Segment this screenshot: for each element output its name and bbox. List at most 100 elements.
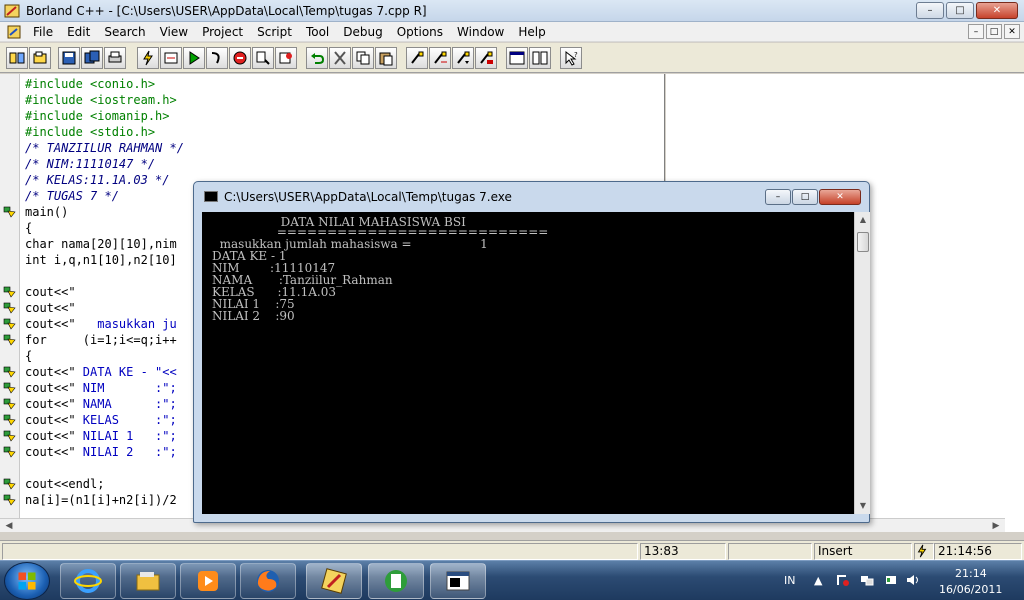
code-line[interactable]: #include <iostream.h> [25, 92, 177, 108]
scroll-left-icon[interactable]: ◀ [2, 520, 16, 532]
menu-file[interactable]: File [26, 22, 60, 42]
code-line[interactable]: char nama[20][10],nim [25, 236, 177, 252]
execution-point-icon[interactable] [3, 446, 17, 458]
speedbar-tile-button[interactable] [529, 47, 551, 69]
speedbar-view-button[interactable] [506, 47, 528, 69]
execution-point-icon[interactable] [3, 382, 17, 394]
code-line[interactable]: cout<<endl; [25, 476, 104, 492]
speedbar-search-again-button[interactable] [452, 47, 474, 69]
clock-time[interactable]: 21:14 [955, 567, 987, 580]
taskbar-app-button[interactable] [368, 563, 424, 599]
doc-restore-button[interactable]: □ [986, 24, 1002, 39]
menu-project[interactable]: Project [195, 22, 250, 42]
volume-icon[interactable] [906, 573, 920, 587]
execution-point-icon[interactable] [3, 494, 17, 506]
speedbar-make-button[interactable] [137, 47, 159, 69]
speedbar-copy-button[interactable] [352, 47, 374, 69]
execution-point-icon[interactable] [3, 334, 17, 346]
taskbar-media-player-button[interactable] [180, 563, 236, 599]
code-line[interactable]: cout<<" KELAS :"; [25, 412, 177, 428]
menu-debug[interactable]: Debug [336, 22, 389, 42]
code-line[interactable]: { [25, 348, 32, 364]
doc-minimize-button[interactable]: – [968, 24, 984, 39]
speedbar-save-all-button[interactable] [81, 47, 103, 69]
language-indicator[interactable]: IN [784, 574, 795, 587]
clock-date[interactable]: 16/06/2011 [939, 583, 1002, 596]
console-output[interactable]: DATA NILAI MAHASISWA BSI ===============… [202, 212, 854, 514]
execution-point-icon[interactable] [3, 302, 17, 314]
execution-point-icon[interactable] [3, 430, 17, 442]
code-line[interactable]: { [25, 220, 32, 236]
speedbar-project-button[interactable] [6, 47, 28, 69]
menu-script[interactable]: Script [250, 22, 299, 42]
taskbar-firefox-button[interactable] [240, 563, 296, 599]
menu-edit[interactable]: Edit [60, 22, 97, 42]
console-close-button[interactable]: ✕ [819, 189, 861, 205]
code-line[interactable]: /* NIM:11110147 */ [25, 156, 155, 172]
code-line[interactable]: cout<<" NILAI 1 :"; [25, 428, 177, 444]
menu-help[interactable]: Help [511, 22, 552, 42]
menu-options[interactable]: Options [390, 22, 450, 42]
code-line[interactable]: int i,q,n1[10],n2[10] [25, 252, 177, 268]
taskbar-borland-button[interactable] [306, 563, 362, 599]
code-line[interactable]: #include <iomanip.h> [25, 108, 170, 124]
speedbar-open-button[interactable] [29, 47, 51, 69]
power-icon[interactable] [884, 573, 898, 587]
code-line[interactable]: cout<<" NILAI 2 :"; [25, 444, 177, 460]
menu-search[interactable]: Search [97, 22, 152, 42]
speedbar-find-button[interactable] [406, 47, 428, 69]
start-button[interactable] [4, 562, 50, 600]
scroll-right-icon[interactable]: ▶ [989, 520, 1003, 532]
speedbar-help-button[interactable]: ? [560, 47, 582, 69]
speedbar-cut-button[interactable] [329, 47, 351, 69]
code-line[interactable]: cout<<" DATA KE - "<< [25, 364, 177, 380]
taskbar-ie-button[interactable] [60, 563, 116, 599]
speedbar-stop-button[interactable] [229, 47, 251, 69]
execution-point-icon[interactable] [3, 366, 17, 378]
code-line[interactable]: cout<<" NAMA :"; [25, 396, 177, 412]
scroll-down-icon[interactable]: ▼ [857, 500, 869, 512]
code-line[interactable]: #include <stdio.h> [25, 124, 155, 140]
console-minimize-button[interactable]: – [765, 189, 791, 205]
speedbar-save-button[interactable] [58, 47, 80, 69]
speedbar-run-button[interactable] [183, 47, 205, 69]
scroll-up-icon[interactable]: ▲ [857, 214, 869, 226]
speedbar-step-button[interactable] [206, 47, 228, 69]
console-maximize-button[interactable]: □ [792, 189, 818, 205]
speedbar-print-button[interactable] [104, 47, 126, 69]
speedbar-breakpoint-button[interactable] [275, 47, 297, 69]
code-line[interactable]: /* KELAS:11.1A.03 */ [25, 172, 170, 188]
code-line[interactable]: main() [25, 204, 68, 220]
taskbar-explorer-button[interactable] [120, 563, 176, 599]
execution-point-icon[interactable] [3, 414, 17, 426]
speedbar-build-button[interactable] [160, 47, 182, 69]
speedbar-replace-button[interactable] [429, 47, 451, 69]
menu-window[interactable]: Window [450, 22, 511, 42]
code-line[interactable]: cout<<" NIM :"; [25, 380, 177, 396]
menu-tool[interactable]: Tool [299, 22, 336, 42]
code-line[interactable]: cout<<" masukkan ju [25, 316, 177, 332]
tray-expand-icon[interactable]: ▲ [814, 574, 822, 587]
minimize-button[interactable]: – [916, 2, 944, 19]
menu-view[interactable]: View [153, 22, 195, 42]
code-line[interactable]: /* TANZIILUR RAHMAN */ [25, 140, 184, 156]
speedbar-undo-button[interactable] [306, 47, 328, 69]
code-line[interactable]: for (i=1;i<=q;i++ [25, 332, 177, 348]
close-button[interactable]: ✕ [976, 2, 1018, 19]
taskbar-console-button[interactable] [430, 563, 486, 599]
code-line[interactable]: /* TUGAS 7 */ [25, 188, 119, 204]
code-line[interactable]: cout<<" [25, 300, 76, 316]
console-vertical-scrollbar[interactable]: ▲ ▼ [854, 212, 870, 514]
speedbar-browse-button[interactable] [475, 47, 497, 69]
execution-point-icon[interactable] [3, 398, 17, 410]
speedbar-paste-button[interactable] [375, 47, 397, 69]
code-line[interactable]: cout<<" [25, 284, 76, 300]
execution-point-icon[interactable] [3, 318, 17, 330]
execution-point-icon[interactable] [3, 478, 17, 490]
scroll-thumb[interactable] [857, 232, 869, 252]
console-window[interactable]: C:\Users\USER\AppData\Local\Temp\tugas 7… [193, 181, 870, 523]
code-line[interactable]: #include <conio.h> [25, 76, 155, 92]
network-icon[interactable] [860, 573, 874, 587]
execution-point-icon[interactable] [3, 286, 17, 298]
doc-close-button[interactable]: ✕ [1004, 24, 1020, 39]
